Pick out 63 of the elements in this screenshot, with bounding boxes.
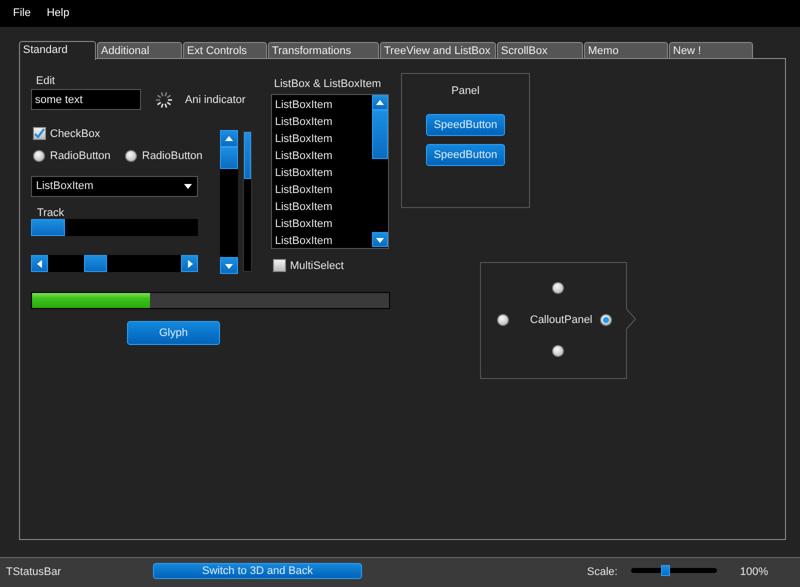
checkbox[interactable] (273, 259, 286, 272)
field-label: Edit (36, 75, 55, 88)
checkbox-label: CheckBox (50, 128, 100, 141)
vertical-scrollbar[interactable] (372, 95, 388, 248)
checkbox[interactable] (33, 127, 46, 140)
dropdown[interactable]: ListBoxItem (31, 176, 198, 197)
vertical-scrollbar[interactable] (243, 131, 252, 272)
tab[interactable]: Transformations (268, 42, 379, 59)
list-item[interactable]: ListBoxItem (275, 218, 332, 231)
list-item[interactable]: ListBoxItem (275, 116, 332, 129)
trackbar[interactable] (31, 219, 198, 236)
panel-title: Panel (450, 85, 481, 98)
radio-button[interactable] (125, 150, 137, 162)
tab[interactable]: Ext Controls (183, 42, 267, 59)
trackbar-label: Track (37, 207, 64, 220)
checkmark-icon (34, 128, 45, 139)
scroll-thumb[interactable] (372, 110, 388, 159)
scroll-down-button[interactable] (372, 232, 388, 247)
scroll-thumb[interactable] (244, 132, 251, 179)
scroll-down-button[interactable] (220, 257, 238, 274)
horizontal-scrollbar[interactable] (31, 255, 198, 272)
list-item[interactable]: ListBoxItem (275, 133, 332, 146)
vertical-scrollbar[interactable] (220, 130, 238, 274)
scale-value: 100% (740, 566, 768, 579)
list-item[interactable]: ListBoxItem (275, 235, 332, 248)
tab[interactable]: ScrollBox (497, 42, 583, 59)
caret-down-icon (183, 182, 193, 190)
trackbar-thumb[interactable] (31, 219, 65, 236)
list-item[interactable]: ListBoxItem (275, 99, 332, 112)
scroll-up-button[interactable] (372, 95, 388, 110)
speed-button[interactable]: SpeedButton (426, 114, 505, 136)
scale-label: Scale: (587, 566, 618, 579)
status-text: TStatusBar (6, 566, 62, 579)
menu-item[interactable]: File (13, 5, 31, 22)
tab[interactable]: Standard (19, 41, 96, 60)
list-item[interactable]: ListBoxItem (275, 167, 332, 180)
scroll-left-button[interactable] (31, 255, 48, 272)
list-item[interactable]: ListBoxItem (275, 184, 332, 197)
tab[interactable]: New ! (669, 42, 753, 59)
list-item[interactable]: ListBoxItem (275, 201, 332, 214)
scale-slider[interactable] (631, 568, 717, 573)
speed-button[interactable]: SpeedButton (426, 144, 505, 166)
text-field[interactable]: some text (31, 89, 141, 110)
spinner-icon (155, 91, 173, 109)
checkbox-label: MultiSelect (290, 260, 344, 273)
scroll-thumb[interactable] (220, 147, 238, 169)
list-item[interactable]: ListBoxItem (275, 150, 332, 163)
callout-label: CalloutPanel (530, 314, 592, 327)
radio-label: RadioButton (50, 150, 111, 163)
tab[interactable]: TreeView and ListBox (380, 42, 496, 59)
menu-item[interactable]: Help (46, 5, 70, 22)
indicator-label: Ani indicator (185, 94, 246, 107)
radio-label: RadioButton (142, 150, 203, 163)
tab[interactable]: Additional (97, 42, 182, 59)
radio-button[interactable] (33, 150, 45, 162)
switch-3d-button[interactable]: Switch to 3D and Back (153, 563, 362, 579)
slider-thumb[interactable] (661, 565, 670, 576)
glyph-button[interactable]: Glyph (127, 321, 220, 345)
scroll-up-button[interactable] (220, 130, 238, 147)
scroll-right-button[interactable] (181, 255, 198, 272)
listbox-title: ListBox & ListBoxItem (274, 78, 381, 91)
scroll-thumb[interactable] (84, 255, 107, 272)
tab[interactable]: Memo (584, 42, 668, 59)
